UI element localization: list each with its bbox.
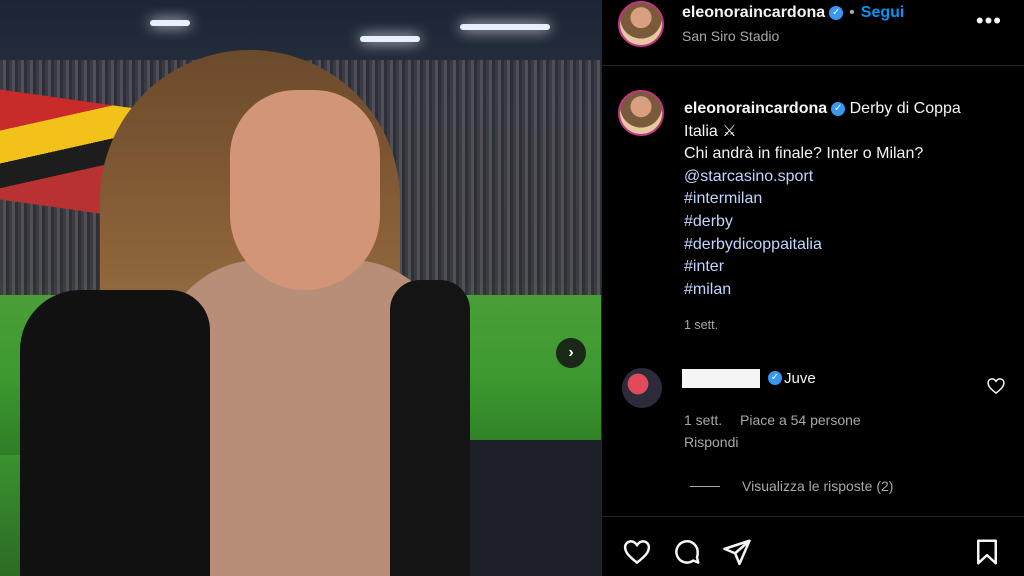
hashtag-link[interactable]: #milan <box>684 279 1004 302</box>
post-photo[interactable]: › <box>0 0 601 576</box>
author-username[interactable]: eleonoraincardona <box>682 4 825 21</box>
more-options-icon[interactable]: ••• <box>976 8 1002 34</box>
hashtag-link[interactable]: #inter <box>684 256 1004 279</box>
floodlight <box>150 20 190 26</box>
caption-username[interactable]: eleonoraincardona <box>684 100 827 117</box>
view-replies-button[interactable]: Visualizza le risposte (2) <box>690 478 893 494</box>
redacted-username <box>682 369 760 388</box>
reply-button[interactable]: Rispondi <box>684 434 738 450</box>
caption-timestamp: 1 sett. <box>684 318 719 332</box>
bookmark-icon[interactable] <box>972 537 1002 567</box>
post-header: eleonoraincardona ✓ • Segui San Siro Stadio… <box>602 0 1024 66</box>
commenter-avatar[interactable] <box>622 368 662 408</box>
verified-icon: ✓ <box>831 101 846 116</box>
comment-icon[interactable] <box>672 537 702 567</box>
post-location[interactable]: San Siro Stadio <box>682 28 779 44</box>
author-avatar[interactable] <box>618 1 664 47</box>
caption-line: Chi andrà in finale? Inter o Milan? <box>684 145 924 163</box>
caption-avatar[interactable] <box>618 90 664 136</box>
caption-line: Italia ⚔ <box>684 122 737 140</box>
replies-divider <box>690 485 720 487</box>
woman-portrait <box>20 30 470 576</box>
send-icon[interactable] <box>722 537 752 567</box>
mention-link[interactable]: @starcasino.sport <box>684 166 1004 189</box>
floodlight <box>460 24 550 30</box>
verified-icon: ✓ <box>768 371 782 385</box>
post-actions-bar <box>602 516 1024 576</box>
hashtag-link[interactable]: #derby <box>684 211 1004 234</box>
comment-text: Juve <box>784 370 816 387</box>
caption-line: Derby di Coppa <box>849 100 961 117</box>
next-photo-button[interactable]: › <box>556 338 586 368</box>
separator-dot: • <box>849 4 855 21</box>
post-sidebar: eleonoraincardona ✓ • Segui San Siro Stadio… <box>601 0 1024 576</box>
hashtag-link[interactable]: #derbydicoppaitalia <box>684 234 1004 257</box>
view-replies-label: Visualizza le risposte (2) <box>742 478 894 494</box>
heart-icon[interactable] <box>622 537 652 567</box>
comment-likes-count[interactable]: Piace a 54 persone <box>740 412 861 428</box>
comment-timestamp: 1 sett. <box>684 412 723 428</box>
verified-icon: ✓ <box>829 5 844 20</box>
comment-like-icon[interactable] <box>986 376 1006 396</box>
follow-button[interactable]: Segui <box>861 4 905 21</box>
hashtag-link[interactable]: #intermilan <box>684 188 1004 211</box>
